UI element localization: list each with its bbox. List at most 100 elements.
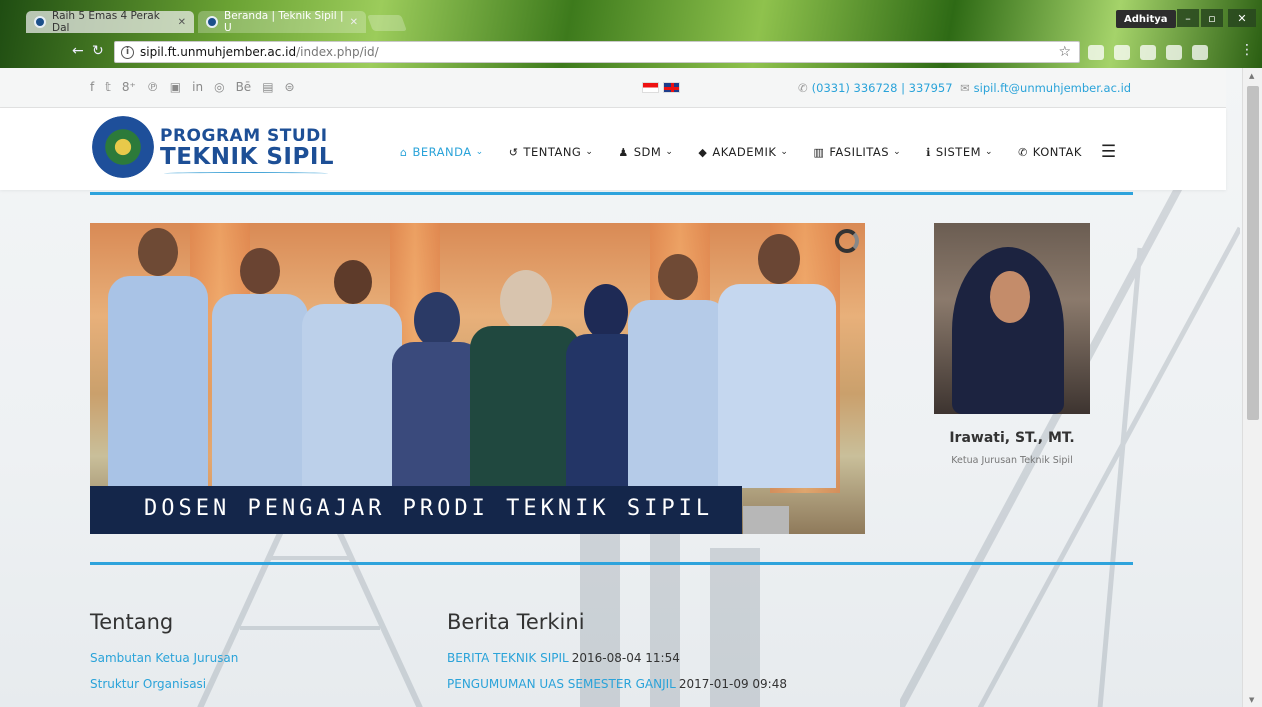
profile-button[interactable]: Adhitya	[1116, 10, 1176, 28]
logo-line-2: TEKNIK SIPIL	[160, 144, 335, 170]
caption-accent-block	[743, 506, 789, 534]
browser-tab-1[interactable]: Raih 5 Emas 4 Perak Dal ✕	[26, 10, 194, 34]
page-scrollbar[interactable]: ▲ ▼	[1242, 68, 1262, 707]
info-icon[interactable]: i	[121, 45, 134, 59]
graduation-cap-icon: ◆	[698, 145, 708, 159]
user-icon: ♟	[618, 145, 629, 159]
url-path: /index.php/id/	[296, 45, 379, 59]
group-photo-person	[212, 248, 308, 488]
home-icon: ⌂	[400, 145, 408, 159]
social-links: f 𝕥 8⁺ ℗ ▣ in ◎ Bē ▤ ⊜	[90, 80, 295, 94]
contact-email[interactable]: ✉ sipil.ft@unmuhjember.ac.id	[960, 81, 1131, 95]
section-divider	[90, 562, 1133, 565]
address-bar[interactable]: i sipil.ft.unmuhjember.ac.id/index.php/i…	[114, 41, 1080, 63]
minimize-icon[interactable]: –	[1177, 9, 1199, 27]
hamburger-menu-icon[interactable]: ☰	[1101, 142, 1116, 162]
logo-line-1: PROGRAM STUDI	[160, 126, 328, 146]
chevron-down-icon: ⌄	[585, 147, 594, 157]
back-icon[interactable]: ←	[72, 43, 84, 59]
close-tab-icon[interactable]: ✕	[178, 17, 186, 28]
browser-toolbar: ← ↻ i sipil.ft.unmuhjember.ac.id/index.p…	[0, 38, 1262, 66]
building-icon: ▥	[813, 145, 825, 159]
profile-photo[interactable]	[934, 223, 1090, 414]
extension-icon[interactable]	[1192, 45, 1208, 60]
nav-fasilitas[interactable]: ▥ FASILITAS ⌄	[813, 145, 901, 159]
close-tab-icon[interactable]: ✕	[350, 17, 358, 28]
nav-kontak[interactable]: ✆ KONTAK	[1018, 145, 1082, 159]
contact-phone[interactable]: ✆ (0331) 336728 | 337957	[798, 81, 953, 95]
facebook-icon[interactable]: f	[90, 80, 94, 94]
chevron-down-icon: ⌄	[985, 147, 994, 157]
indonesia-flag-icon[interactable]	[642, 82, 659, 93]
extension-icon[interactable]	[1088, 45, 1104, 60]
menu-dots-icon[interactable]: ⋮	[1240, 42, 1254, 58]
pinterest-icon[interactable]: ℗	[147, 80, 159, 94]
browser-tab-2[interactable]: Beranda | Teknik Sipil | U ✕	[198, 10, 366, 34]
university-seal-logo[interactable]	[92, 116, 154, 178]
skype-icon[interactable]: ⊜	[285, 80, 295, 94]
uk-flag-icon[interactable]	[663, 82, 680, 93]
nav-sdm[interactable]: ♟ SDM ⌄	[618, 145, 673, 159]
berita-heading: Berita Terkini	[447, 610, 585, 634]
main-nav: ⌂ BERANDA ⌄ ↺ TENTANG ⌄ ♟ SDM ⌄ ◆ AKADEM…	[400, 142, 1116, 162]
extension-icon[interactable]	[1114, 45, 1130, 60]
group-photo-person	[628, 254, 728, 488]
favicon-icon	[34, 16, 46, 28]
news-date: 2016-08-04 11:54	[571, 651, 680, 665]
dribbble-icon[interactable]: ◎	[214, 80, 224, 94]
tab-title: Beranda | Teknik Sipil | U	[224, 10, 344, 34]
scroll-up-icon[interactable]: ▲	[1249, 72, 1254, 80]
extension-icon[interactable]	[1140, 45, 1156, 60]
scroll-down-icon[interactable]: ▼	[1249, 696, 1254, 704]
chevron-down-icon: ⌄	[893, 147, 902, 157]
envelope-icon: ✉	[960, 81, 970, 95]
flickr-icon[interactable]: ▤	[262, 80, 273, 94]
hero-banner[interactable]: DOSEN PENGAJAR PRODI TEKNIK SIPIL	[90, 223, 865, 534]
maximize-icon[interactable]: ▫	[1201, 9, 1223, 27]
news-title-link[interactable]: BERITA TEKNIK SIPIL	[447, 651, 569, 665]
news-date: 2017-01-09 09:48	[678, 677, 787, 691]
chevron-down-icon: ⌄	[475, 147, 484, 157]
tab-title: Raih 5 Emas 4 Perak Dal	[52, 10, 160, 34]
profile-face	[990, 271, 1030, 323]
extension-icon[interactable]	[1166, 45, 1182, 60]
news-item: PENGUMUMAN UAS SEMESTER GANJIL 2017-01-09…	[447, 677, 787, 691]
group-photo-person	[302, 260, 402, 488]
close-window-icon[interactable]: ✕	[1228, 9, 1256, 27]
nav-tentang[interactable]: ↺ TENTANG ⌄	[509, 145, 594, 159]
chevron-down-icon: ⌄	[780, 147, 789, 157]
twitter-icon[interactable]: 𝕥	[105, 80, 111, 94]
behance-icon[interactable]: Bē	[236, 80, 252, 94]
group-photo-person	[392, 292, 482, 488]
linkedin-icon[interactable]: in	[192, 80, 203, 94]
phone-icon: ✆	[1018, 145, 1028, 159]
hero-caption: DOSEN PENGAJAR PRODI TEKNIK SIPIL	[90, 486, 742, 534]
reload-icon[interactable]: ↻	[92, 43, 104, 59]
nav-beranda[interactable]: ⌂ BERANDA ⌄	[400, 145, 484, 159]
group-photo-person	[470, 270, 580, 488]
info-icon: ℹ	[926, 145, 931, 159]
news-title-link[interactable]: PENGUMUMAN UAS SEMESTER GANJIL	[447, 677, 676, 691]
nav-akademik[interactable]: ◆ AKADEMIK ⌄	[698, 145, 788, 159]
site-logo-text[interactable]: PROGRAM STUDI TEKNIK SIPIL	[160, 126, 335, 170]
news-item: BERITA TEKNIK SIPIL 2016-08-04 11:54	[447, 651, 680, 665]
site-header: PROGRAM STUDI TEKNIK SIPIL ⌂ BERANDA ⌄ ↺…	[0, 108, 1226, 190]
history-icon: ↺	[508, 145, 519, 159]
scroll-thumb[interactable]	[1247, 86, 1259, 420]
google-plus-icon[interactable]: 8⁺	[122, 80, 136, 94]
browser-chrome: Raih 5 Emas 4 Perak Dal ✕ Beranda | Tekn…	[0, 0, 1262, 68]
nav-sistem[interactable]: ℹ SISTEM ⌄	[926, 145, 993, 159]
loading-spinner-icon	[835, 229, 859, 253]
new-tab-button[interactable]	[367, 15, 407, 31]
link-struktur[interactable]: Struktur Organisasi	[90, 677, 206, 691]
group-photo-person	[108, 228, 208, 488]
profile-name: Irawati, ST., MT.	[949, 430, 1075, 446]
top-info-bar: f 𝕥 8⁺ ℗ ▣ in ◎ Bē ▤ ⊜ ✆ (0331) 336728 | …	[0, 68, 1226, 108]
logo-swoosh	[164, 172, 328, 175]
bookmark-star-icon[interactable]: ☆	[1058, 44, 1071, 60]
chevron-down-icon: ⌄	[665, 147, 674, 157]
link-sambutan[interactable]: Sambutan Ketua Jurusan	[90, 651, 238, 665]
profile-role: Ketua Jurusan Teknik Sipil	[951, 455, 1073, 466]
tentang-heading: Tentang	[90, 610, 174, 634]
youtube-icon[interactable]: ▣	[170, 80, 181, 94]
